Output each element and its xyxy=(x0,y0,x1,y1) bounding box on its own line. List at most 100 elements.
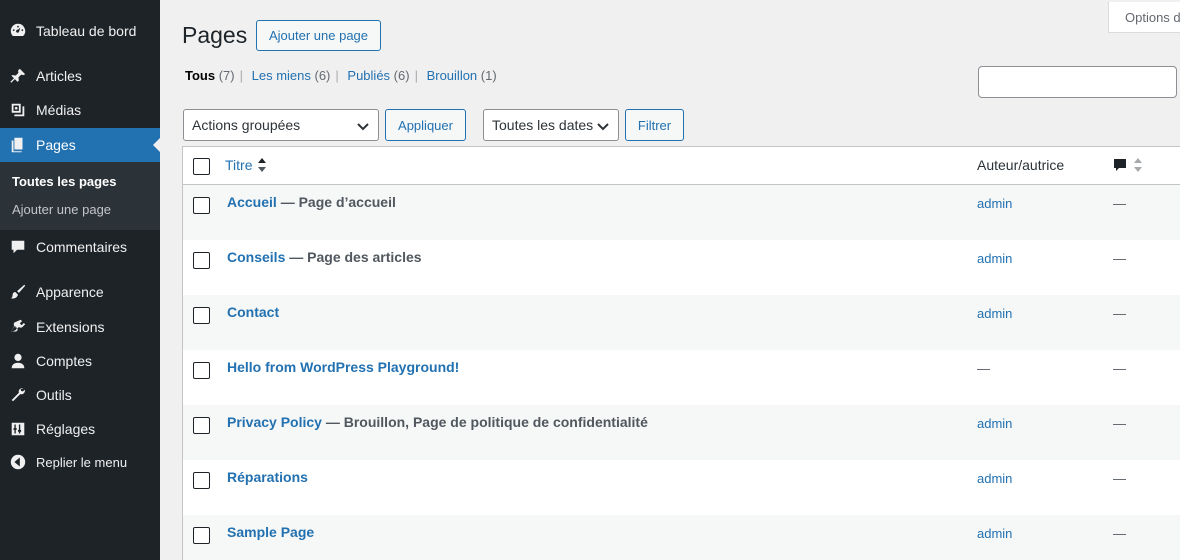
row-checkbox[interactable] xyxy=(193,197,210,214)
author-link[interactable]: admin xyxy=(977,471,1012,486)
row-checkbox[interactable] xyxy=(193,527,210,544)
date-filter-value: Toutes les dates xyxy=(492,117,594,133)
screen-options-button[interactable]: Options de l’écran xyxy=(1108,2,1180,33)
row-checkbox[interactable] xyxy=(193,417,210,434)
filter-button[interactable]: Filtrer xyxy=(625,109,684,141)
sort-neutral-icon xyxy=(1134,158,1142,175)
sidebar-item-articles[interactable]: Articles xyxy=(0,59,160,93)
sidebar-item-label: Outils xyxy=(36,387,72,403)
author-link[interactable]: admin xyxy=(977,251,1012,266)
pages-icon xyxy=(0,136,36,154)
author-link[interactable]: admin xyxy=(977,526,1012,541)
page-title-link[interactable]: Conseils xyxy=(227,249,285,265)
sidebar-item-label: Tableau de bord xyxy=(36,23,137,39)
chevron-down-icon xyxy=(596,119,610,136)
collapse-icon xyxy=(0,453,36,471)
table-row: Sample Page admin — xyxy=(183,515,1180,560)
settings-icon xyxy=(0,420,36,438)
comments-count: — xyxy=(1113,251,1126,266)
column-author-label: Auteur/autrice xyxy=(977,157,1065,173)
row-checkbox[interactable] xyxy=(193,307,210,324)
view-all-count: (7) xyxy=(218,68,235,83)
collapse-menu-button[interactable]: Replier le menu xyxy=(0,445,160,479)
sidebar-item-label: Apparence xyxy=(36,284,104,300)
pages-table: Titre Auteur/autrice Accueil — Page d’ac… xyxy=(182,146,1180,560)
page-title-link[interactable]: Réparations xyxy=(227,469,308,485)
column-title-label: Titre xyxy=(225,157,253,173)
sidebar-item-settings[interactable]: Réglages xyxy=(0,412,160,446)
comment-icon xyxy=(0,238,36,256)
sidebar-item-pages[interactable]: Pages xyxy=(0,128,160,162)
sidebar-item-label: Commentaires xyxy=(36,239,128,255)
wrench-icon xyxy=(0,386,36,404)
table-row: Réparations admin — xyxy=(183,460,1180,515)
author-link[interactable]: admin xyxy=(977,416,1012,431)
dashboard-icon xyxy=(0,22,36,40)
view-mine-count: (6) xyxy=(314,68,331,83)
sidebar-item-label: Comptes xyxy=(36,353,93,369)
view-draft[interactable]: Brouillon xyxy=(427,68,478,83)
comments-count: — xyxy=(1113,361,1126,376)
sidebar-item-medias[interactable]: Médias xyxy=(0,93,160,127)
sidebar-item-label: Médias xyxy=(36,102,82,118)
submenu-all-pages[interactable]: Toutes les pages xyxy=(12,174,117,189)
page-title-link[interactable]: Hello from WordPress Playground! xyxy=(227,359,459,375)
author-link[interactable]: admin xyxy=(977,196,1012,211)
sidebar-item-comments[interactable]: Commentaires xyxy=(0,230,160,264)
sidebar-item-accounts[interactable]: Comptes xyxy=(0,344,160,378)
view-mine[interactable]: Les miens xyxy=(252,68,311,83)
collapse-label: Replier le menu xyxy=(36,454,128,470)
page-title-link[interactable]: Privacy Policy xyxy=(227,414,322,430)
search-input[interactable] xyxy=(978,66,1177,98)
user-icon xyxy=(0,352,36,370)
submenu-add-page[interactable]: Ajouter une page xyxy=(12,202,111,217)
sidebar-item-extensions[interactable]: Extensions xyxy=(0,310,160,344)
select-all-checkbox[interactable] xyxy=(193,158,210,175)
table-row: Privacy Policy — Brouillon, Page de poli… xyxy=(183,405,1180,460)
column-comments-sort[interactable] xyxy=(1113,157,1142,176)
add-new-page-button[interactable]: Ajouter une page xyxy=(256,20,381,51)
date-filter-select[interactable]: Toutes les dates xyxy=(483,109,619,141)
sidebar-item-tools[interactable]: Outils xyxy=(0,378,160,412)
table-header: Titre Auteur/autrice xyxy=(183,147,1180,185)
view-filters: Tous (7) | Les miens (6) | Publiés (6) | Br… xyxy=(185,68,497,83)
apply-button[interactable]: Appliquer xyxy=(385,109,466,141)
sidebar-item-label: Extensions xyxy=(36,319,105,335)
row-checkbox[interactable] xyxy=(193,252,210,269)
view-published[interactable]: Publiés xyxy=(347,68,390,83)
brush-icon xyxy=(0,283,36,301)
chevron-down-icon xyxy=(356,119,370,136)
view-draft-count: (1) xyxy=(480,68,497,83)
sidebar-item-dashboard[interactable]: Tableau de bord xyxy=(0,14,160,48)
table-row: Hello from WordPress Playground! — — xyxy=(183,350,1180,405)
plugin-icon xyxy=(0,318,36,336)
comments-count: — xyxy=(1113,416,1126,431)
comments-count: — xyxy=(1113,196,1126,211)
row-checkbox[interactable] xyxy=(193,362,210,379)
bulk-actions-select[interactable]: Actions groupées xyxy=(183,109,379,141)
author-link[interactable]: admin xyxy=(977,306,1012,321)
main-content: Pages Ajouter une page Options de l’écra… xyxy=(160,0,1180,560)
table-row: Accueil — Page d’accueil admin — xyxy=(183,185,1180,240)
view-all[interactable]: Tous xyxy=(185,68,215,83)
pin-icon xyxy=(0,67,36,85)
column-title-sort[interactable]: Titre xyxy=(225,157,267,173)
sidebar-item-label: Réglages xyxy=(36,421,96,437)
admin-sidebar: Tableau de bord Articles Médias Pages To… xyxy=(0,0,160,560)
page-title-link[interactable]: Contact xyxy=(227,304,279,320)
comments-count: — xyxy=(1113,306,1126,321)
author-empty: — xyxy=(977,361,990,376)
table-row: Contact admin — xyxy=(183,295,1180,350)
comments-count: — xyxy=(1113,526,1126,541)
view-published-count: (6) xyxy=(393,68,410,83)
page-title: Pages xyxy=(182,22,248,48)
page-title-link[interactable]: Sample Page xyxy=(227,524,314,540)
page-title-link[interactable]: Accueil xyxy=(227,194,277,210)
sidebar-item-label: Pages xyxy=(36,137,76,153)
comments-count: — xyxy=(1113,471,1126,486)
sidebar-item-appearance[interactable]: Apparence xyxy=(0,275,160,309)
page-state: — Page d’accueil xyxy=(276,194,396,210)
sidebar-item-label: Articles xyxy=(36,68,82,84)
page-state: — Page des articles xyxy=(285,249,422,265)
row-checkbox[interactable] xyxy=(193,472,210,489)
